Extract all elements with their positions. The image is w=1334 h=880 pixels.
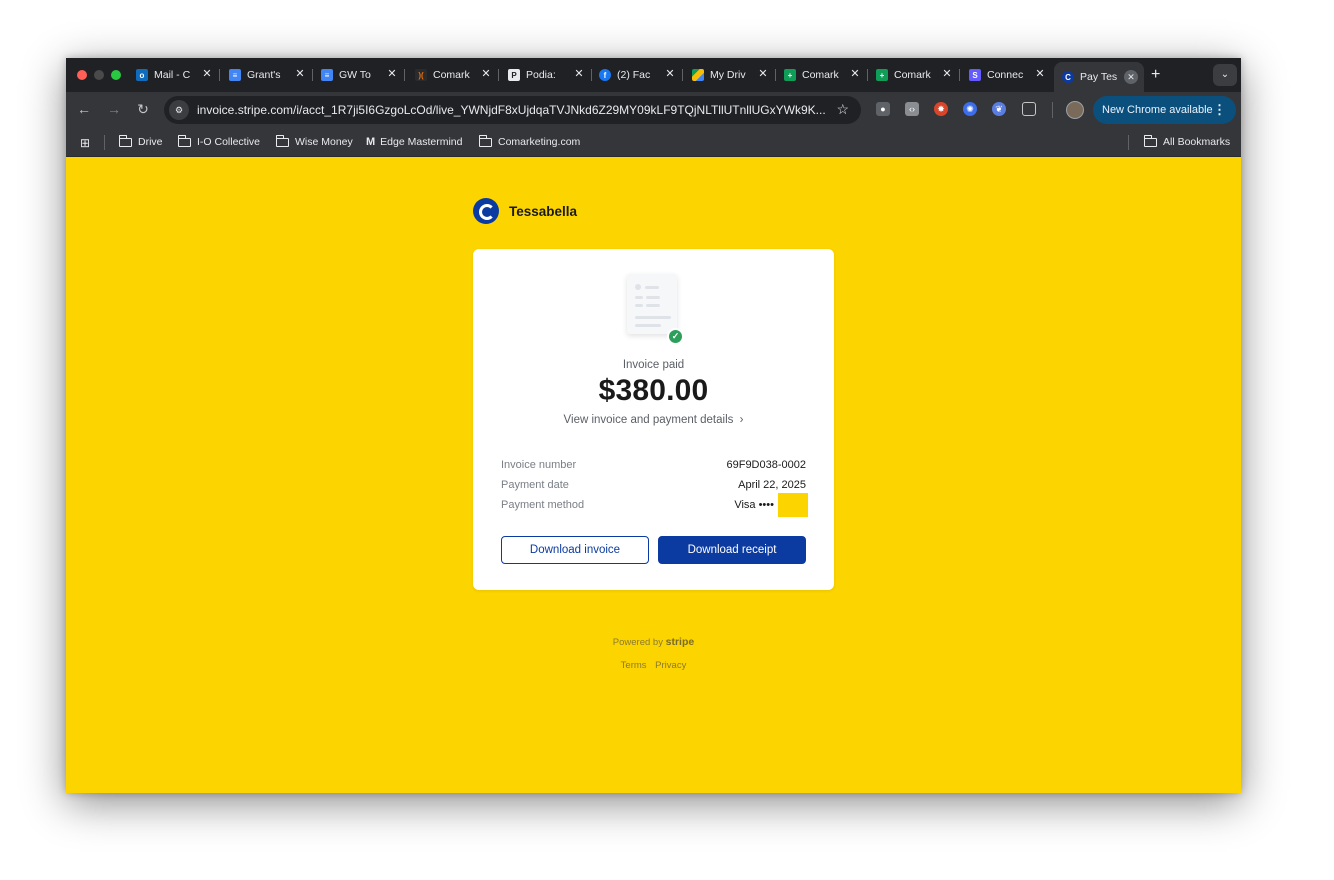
stripe-wordmark[interactable]: stripe xyxy=(666,636,695,648)
footer-links: Terms Privacy xyxy=(473,660,834,671)
profile-avatar[interactable] xyxy=(1066,101,1084,119)
more-menu-icon[interactable]: ⋮ xyxy=(1213,102,1226,118)
privacy-link[interactable]: Privacy xyxy=(655,660,686,671)
checkmark-icon: ✓ xyxy=(667,328,684,345)
tessabella-icon: C xyxy=(1062,71,1074,83)
folder-icon xyxy=(1143,134,1157,147)
folder-icon xyxy=(118,134,132,147)
bookmark-drive[interactable]: Drive xyxy=(118,134,163,148)
tab-comarketing-3[interactable]: + Comark ✕ xyxy=(876,64,960,86)
tab-mail[interactable]: o Mail - C ✕ xyxy=(136,64,220,86)
invoice-number: 69F9D038-0002 xyxy=(726,459,806,471)
close-tab-icon[interactable]: ✕ xyxy=(1033,67,1047,80)
minimize-window-button[interactable] xyxy=(94,70,104,80)
close-window-button[interactable] xyxy=(77,70,87,80)
docs-icon: ≡ xyxy=(229,69,241,81)
tab-podia[interactable]: P Podia: ✕ xyxy=(508,64,592,86)
bug-extension-icon[interactable]: ✸ xyxy=(934,102,948,116)
comarketing-icon: )( xyxy=(415,69,427,81)
payment-date-row: Payment date April 22, 2025 xyxy=(501,479,806,491)
tab-strip: o Mail - C ✕ ≡ Grant's ✕ ≡ GW To ✕ )( Co… xyxy=(66,58,1241,92)
merchant-header: Tessabella xyxy=(473,198,577,224)
tab-connect[interactable]: S Connec ✕ xyxy=(969,64,1049,86)
outlook-icon: o xyxy=(136,69,148,81)
close-tab-icon[interactable]: ✕ xyxy=(848,67,862,80)
chevron-right-icon: › xyxy=(739,414,744,426)
address-bar[interactable]: ⚙ invoice.stripe.com/i/acct_1R7ji5I6Gzgo… xyxy=(164,96,861,124)
bookmark-edge-mastermind[interactable]: M Edge Mastermind xyxy=(366,136,462,148)
payment-date: April 22, 2025 xyxy=(738,479,806,491)
tab-grants[interactable]: ≡ Grant's ✕ xyxy=(229,64,313,86)
close-tab-icon[interactable]: ✕ xyxy=(479,67,493,80)
feather-extension-icon[interactable]: ❦ xyxy=(992,102,1006,116)
podia-icon: P xyxy=(508,69,520,81)
terms-link[interactable]: Terms xyxy=(621,660,647,671)
url-text[interactable]: invoice.stripe.com/i/acct_1R7ji5I6GzgoLc… xyxy=(197,103,827,117)
folder-icon xyxy=(275,134,289,147)
drive-icon xyxy=(692,69,704,81)
download-invoice-button[interactable]: Download invoice xyxy=(501,536,649,564)
close-tab-icon[interactable]: ✕ xyxy=(293,67,307,80)
close-tab-icon[interactable]: ✕ xyxy=(385,67,399,80)
folder-icon xyxy=(478,134,492,147)
sheets-icon: + xyxy=(876,69,888,81)
view-details-link[interactable]: View invoice and payment details › xyxy=(473,414,834,426)
camera-extension-icon[interactable]: ● xyxy=(876,102,890,116)
merchant-name: Tessabella xyxy=(509,203,578,219)
gear-extension-icon[interactable]: ✺ xyxy=(963,102,977,116)
close-tab-icon[interactable]: ✕ xyxy=(200,67,214,80)
back-button[interactable]: ← xyxy=(75,101,93,117)
receipt-illustration-icon: ✓ xyxy=(627,274,684,345)
redaction-box xyxy=(778,493,808,517)
reload-button[interactable]: ↻ xyxy=(134,101,152,118)
toolbar: ← → ↻ ⚙ invoice.stripe.com/i/acct_1R7ji5… xyxy=(66,92,1241,128)
powered-by: Powered by stripe xyxy=(612,636,695,648)
payment-method-row: Payment method Visa •••• xyxy=(501,493,808,517)
all-bookmarks[interactable]: All Bookmarks xyxy=(1143,134,1230,148)
tab-gw-to[interactable]: ≡ GW To ✕ xyxy=(321,64,405,86)
bookmark-io-collective[interactable]: I-O Collective xyxy=(177,134,260,148)
edge-mastermind-icon: M xyxy=(366,136,376,148)
close-tab-icon[interactable]: ✕ xyxy=(756,67,770,80)
tab-facebook[interactable]: f (2) Fac ✕ xyxy=(599,64,683,86)
invoice-page: Tessabella ✓ Invoice paid $380.00 View i… xyxy=(66,158,1241,793)
new-chrome-available-button[interactable]: New Chrome available ⋮ xyxy=(1093,96,1236,124)
sheets-icon: + xyxy=(784,69,796,81)
browser-window: o Mail - C ✕ ≡ Grant's ✕ ≡ GW To ✕ )( Co… xyxy=(66,58,1241,793)
invoice-card: ✓ Invoice paid $380.00 View invoice and … xyxy=(473,249,834,590)
bookmark-comarketing[interactable]: Comarketing.com xyxy=(478,134,580,148)
amount-paid: $380.00 xyxy=(598,374,709,407)
bookmark-star-icon[interactable]: ☆ xyxy=(836,101,849,118)
close-tab-icon[interactable]: ✕ xyxy=(663,67,677,80)
tessabella-logo-icon xyxy=(473,198,499,224)
tab-comarketing-1[interactable]: )( Comark ✕ xyxy=(415,64,499,86)
maximize-window-button[interactable] xyxy=(111,70,121,80)
forward-button[interactable]: → xyxy=(105,101,123,117)
tab-pay-tessabella[interactable]: C Pay Tes ✕ xyxy=(1054,62,1144,92)
stripe-icon: S xyxy=(969,69,981,81)
new-tab-button[interactable]: + xyxy=(1151,66,1160,84)
bookmark-wise-money[interactable]: Wise Money xyxy=(275,134,353,148)
tab-my-drive[interactable]: My Driv ✕ xyxy=(692,64,776,86)
folder-icon xyxy=(177,134,191,147)
close-tab-icon[interactable]: ✕ xyxy=(572,67,586,80)
bookmarks-bar: ⊞ Drive I-O Collective Wise Money M Edge… xyxy=(66,128,1241,157)
payment-method: Visa •••• xyxy=(734,499,774,511)
docs-icon: ≡ xyxy=(321,69,333,81)
extensions-puzzle-icon[interactable] xyxy=(1022,102,1036,116)
close-tab-icon[interactable]: ✕ xyxy=(1124,70,1138,84)
tab-search-button[interactable]: ⌄ xyxy=(1213,64,1237,86)
invoice-number-row: Invoice number 69F9D038-0002 xyxy=(501,459,806,471)
download-receipt-button[interactable]: Download receipt xyxy=(658,536,806,564)
site-settings-icon[interactable]: ⚙ xyxy=(169,100,189,120)
apps-grid-icon[interactable]: ⊞ xyxy=(80,136,90,150)
tab-comarketing-2[interactable]: + Comark ✕ xyxy=(784,64,868,86)
payment-status: Invoice paid xyxy=(622,359,685,371)
devtools-extension-icon[interactable]: ‹› xyxy=(905,102,919,116)
facebook-icon: f xyxy=(599,69,611,81)
close-tab-icon[interactable]: ✕ xyxy=(940,67,954,80)
